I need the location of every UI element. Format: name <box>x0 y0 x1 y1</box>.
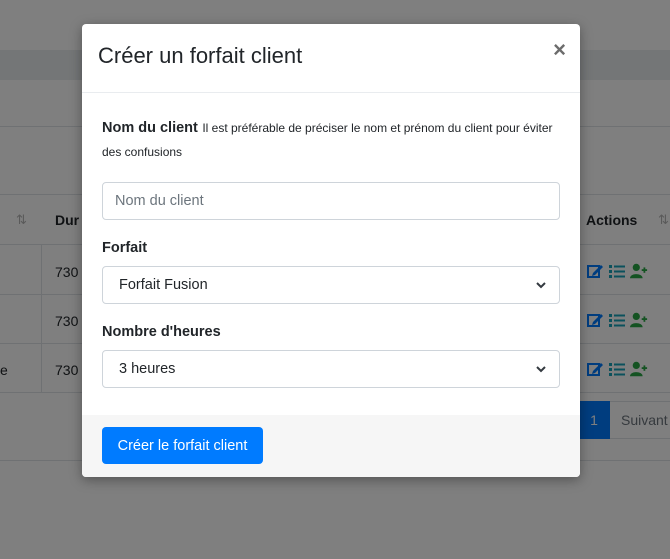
package-select-value: Forfait Fusion <box>119 277 208 293</box>
client-name-label: Nom du client <box>102 120 198 136</box>
modal-title: Créer un forfait client <box>98 43 303 68</box>
client-name-label-group: Nom du client Il est préférable de préci… <box>102 116 560 164</box>
hours-select[interactable]: 3 heures <box>102 350 560 388</box>
create-client-package-modal: Créer un forfait client × Nom du client … <box>82 24 580 477</box>
hours-label: Nombre d'heures <box>102 324 221 340</box>
modal-footer: Créer le forfait client <box>82 415 580 477</box>
modal-header: Créer un forfait client × <box>82 24 580 93</box>
hours-select-value: 3 heures <box>119 361 176 377</box>
close-button[interactable]: × <box>553 39 566 61</box>
chevron-down-icon <box>536 366 546 373</box>
package-label: Forfait <box>102 240 148 256</box>
modal-body: Nom du client Il est préférable de préci… <box>102 116 560 388</box>
package-select[interactable]: Forfait Fusion <box>102 266 560 304</box>
client-name-input[interactable]: Nom du client <box>102 182 560 220</box>
chevron-down-icon <box>536 282 546 289</box>
create-package-button[interactable]: Créer le forfait client <box>102 427 263 464</box>
